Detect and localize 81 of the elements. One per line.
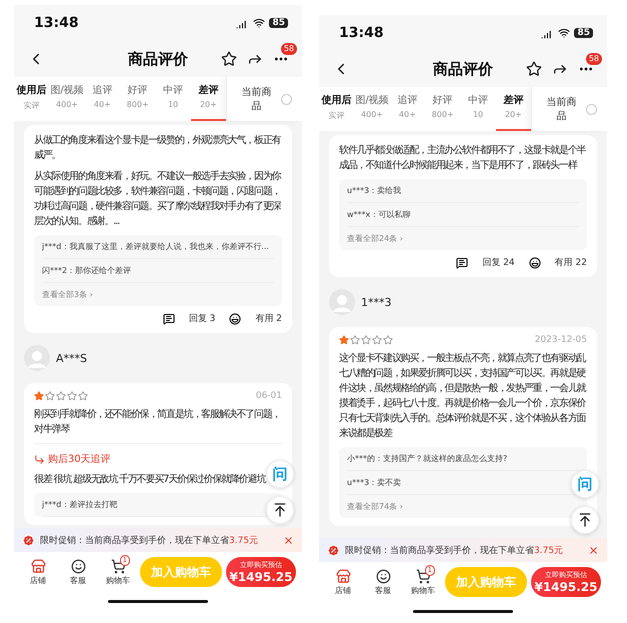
close-icon[interactable] <box>283 534 294 546</box>
back-to-top-button[interactable] <box>571 506 599 534</box>
filter-tab[interactable]: 好评 800+ <box>120 77 156 121</box>
discount-icon <box>22 534 35 546</box>
arrow-up-icon <box>272 502 288 518</box>
reply-button[interactable]: 回复 24 <box>482 256 515 269</box>
star-icon <box>56 391 66 401</box>
reply-text: w***x：可以私聊 <box>347 203 579 227</box>
reply-text: 小***的：支持国产？就这样的废品怎么支持? <box>347 447 579 471</box>
avatar-icon <box>329 289 355 315</box>
notification-badge: 58 <box>586 53 602 65</box>
user-name: 1***3 <box>361 296 392 308</box>
store-icon <box>336 568 350 584</box>
close-icon[interactable] <box>588 544 599 556</box>
useful-button[interactable]: 有用 22 <box>554 256 587 269</box>
useful-button[interactable]: 有用 2 <box>255 312 282 325</box>
star-icon <box>78 391 88 401</box>
arrow-up-icon <box>577 512 593 528</box>
filter-tab[interactable]: 中评 10 <box>460 87 496 131</box>
filter-tab[interactable]: 图/视频 400+ <box>49 77 85 121</box>
view-all-link[interactable]: 查看全部3条 › <box>42 283 93 306</box>
smiley-icon <box>229 312 242 324</box>
reply-text: 闪***2：那你还给个差评 <box>42 259 274 283</box>
shop-button[interactable]: 店铺 <box>325 568 361 596</box>
review-text: 这个显卡不建议购买，一般主板点不亮，就算点亮了也有驱动乱七八糟的问题，如果爱折腾可以买，支持国产可以买。再就是硬件这块，虽然规格给的高，但是散热一般，发热严重，一会儿就摸着烫手，起码七八十度。再就是价格一会儿一个价，京东保价只有七天背刺先入手的。总体评价就是不买，这个体验从各方面来说都是极差 <box>339 352 587 441</box>
status-time: 13:48 <box>34 15 79 31</box>
comment-icon <box>456 256 468 268</box>
user-name: A***S <box>56 352 88 364</box>
star-icon <box>67 391 77 401</box>
promo-text: 限时促销：当前商品享受到手价，现在下单立省3.75元 <box>40 534 260 546</box>
cart-icon <box>110 558 126 574</box>
favorite-icon[interactable] <box>221 51 237 67</box>
page-title: 商品评价 <box>127 50 189 68</box>
star-icon <box>372 335 382 345</box>
view-all-link[interactable]: 查看全部74条 › <box>347 495 403 518</box>
favorite-icon[interactable] <box>526 61 542 77</box>
followup-icon <box>34 454 45 464</box>
filter-tab[interactable]: 追评 40+ <box>84 77 120 121</box>
promo-text: 限时促销：当前商品享受到手价，现在下单立省3.75元 <box>345 544 564 556</box>
review-text: 软件几乎都没做适配，主流办公软件都用不了，这显卡就是个半成品，不知道什么时候能用起来，当下是用不了，跟砖头一样 <box>339 144 587 173</box>
review-text: 从做工的角度来看这个显卡是一级赞的，外观漂亮大气，板正有威严。 <box>34 134 282 163</box>
star-icon <box>45 391 55 401</box>
comment-icon <box>162 312 175 324</box>
review-text: 刚买到手就降价，还不能价保，简直是坑，客服解决不了问题，对牛弹琴 <box>34 408 282 437</box>
reply-text: u***3：卖给我 <box>347 179 579 203</box>
discount-icon <box>327 544 340 556</box>
followup-text: 很差 很坑 超级无敌坑 千万不要买7天价保过价保就降价避坑 <box>34 472 267 487</box>
battery-level: 85 <box>269 18 288 28</box>
star-icon <box>34 391 44 401</box>
current-product-filter[interactable]: 当前商品 <box>531 87 607 131</box>
filter-tab[interactable]: 使用后 实评 <box>319 87 354 131</box>
filter-tab[interactable]: 使用后 实评 <box>14 77 50 121</box>
status-time: 13:48 <box>339 25 384 41</box>
review-date: 2023-12-05 <box>534 335 587 345</box>
followup-label: 购后30天追评 <box>48 452 111 466</box>
smiley-icon <box>376 568 390 584</box>
star-icon <box>361 335 371 345</box>
review-text: 从实际使用的角度来看，好玩。不建议一般选手去实验，因为你可能遇到的问题比较多，软件兼容问题，卡顿问题，闪退问题，功耗过高问题，硬件兼容问题。买了摩尔线程我对手办有了更深层次的认知。感谢。... <box>34 170 282 229</box>
page-title: 商品评价 <box>432 60 494 78</box>
smiley-icon <box>70 558 86 574</box>
reply-text: j***d：我真服了这里，差评就要给人说，我也来，你差评不行... <box>42 235 274 259</box>
star-icon <box>339 335 349 345</box>
avatar-icon <box>24 345 50 371</box>
star-icon <box>350 335 360 345</box>
reply-button[interactable]: 回复 3 <box>188 312 216 325</box>
filter-tab[interactable]: 好评 800+ <box>425 87 460 131</box>
store-icon <box>30 558 46 574</box>
current-product-filter[interactable]: 当前商品 <box>226 77 302 121</box>
battery-level: 85 <box>574 28 593 38</box>
review-date: 06-01 <box>256 391 282 401</box>
star-icon <box>383 335 393 345</box>
notification-badge: 58 <box>280 43 297 55</box>
smiley-icon <box>528 256 541 268</box>
cart-icon <box>416 568 430 584</box>
filter-tab[interactable]: 图/视频 400+ <box>354 87 390 131</box>
shop-button[interactable]: 店铺 <box>20 558 56 586</box>
filter-tab[interactable]: 中评 10 <box>155 77 191 121</box>
view-all-link[interactable]: 查看全部24条 › <box>347 227 403 250</box>
filter-tab[interactable]: 追评 40+ <box>390 87 426 131</box>
service-button[interactable]: 客服 <box>60 558 96 586</box>
service-button[interactable]: 客服 <box>365 568 401 596</box>
